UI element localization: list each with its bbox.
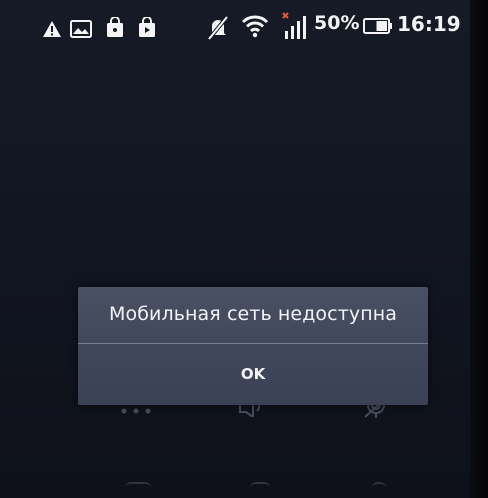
status-bar: 50% 16:19	[0, 0, 470, 50]
battery-percent: 50%	[314, 12, 360, 34]
battery-icon	[363, 18, 392, 34]
clock: 16:19	[397, 12, 461, 36]
warning-icon	[43, 21, 61, 37]
phone-screen	[0, 0, 470, 498]
phone-bezel	[470, 0, 488, 498]
image-notification-icon	[70, 20, 92, 38]
nav-hint	[372, 482, 386, 494]
store-play-icon	[139, 17, 155, 37]
dialog-message: Мобильная сеть недоступна	[108, 303, 398, 325]
silent-mode-icon	[207, 16, 229, 40]
no-sim-signal-icon	[282, 12, 306, 39]
nav-hint	[125, 482, 151, 494]
wifi-icon	[241, 15, 269, 38]
store-bag-icon	[107, 17, 123, 37]
nav-hint	[250, 482, 270, 494]
ok-button[interactable]: OK	[78, 345, 428, 403]
dialog-divider	[78, 343, 428, 344]
network-unavailable-dialog: Мобильная сеть недоступна OK	[78, 287, 428, 405]
